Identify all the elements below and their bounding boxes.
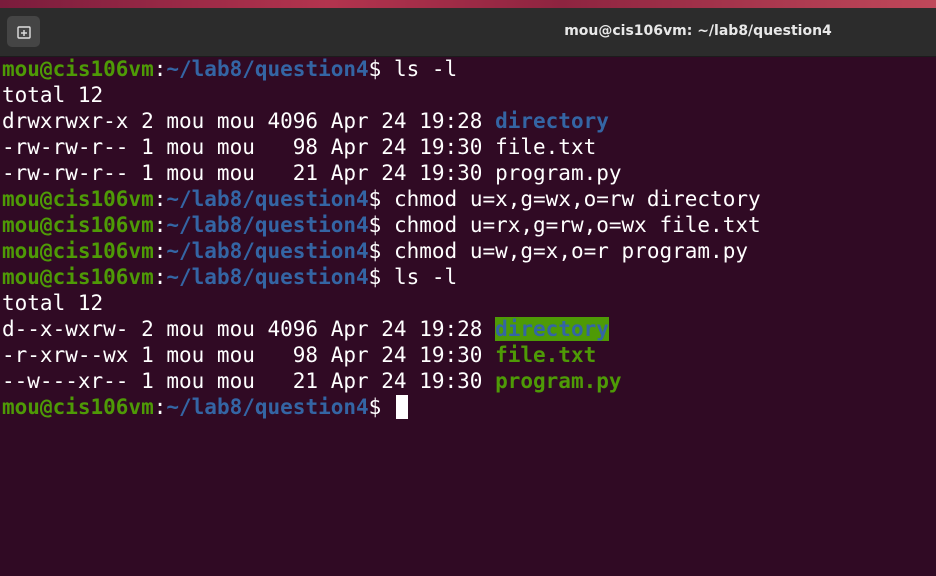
- prompt-line: mou@cis106vm:~/lab8/question4$ ls -l: [2, 56, 936, 82]
- terminal-window: mou@cis106vm: ~/lab8/question4 mou@cis10…: [0, 0, 936, 576]
- listing-entry: -r-xrw--wx 1 mou mou 98 Apr 24 19:30 fil…: [2, 342, 936, 368]
- prompt-path: ~/lab8/question4: [166, 395, 369, 419]
- prompt-dollar: $: [368, 57, 394, 81]
- prompt-user: mou@cis106vm: [2, 265, 154, 289]
- prompt-colon: :: [153, 239, 167, 263]
- text-cursor: [395, 395, 408, 419]
- file-permissions: d--x-wxrw- 2 mou mou 4096 Apr 24 19:28: [2, 317, 496, 341]
- prompt-line: mou@cis106vm:~/lab8/question4$ ls -l: [2, 264, 936, 290]
- prompt-path: ~/lab8/question4: [166, 265, 369, 289]
- output-line: total 12: [2, 82, 936, 108]
- file-name: program.py: [495, 161, 622, 185]
- prompt-user: mou@cis106vm: [2, 239, 154, 263]
- file-permissions: --w---xr-- 1 mou mou 21 Apr 24 19:30: [2, 369, 496, 393]
- file-name: program.py: [495, 369, 622, 393]
- prompt-path: ~/lab8/question4: [166, 187, 369, 211]
- file-permissions: -rw-rw-r-- 1 mou mou 98 Apr 24 19:30: [2, 135, 496, 159]
- listing-entry: drwxrwxr-x 2 mou mou 4096 Apr 24 19:28 d…: [2, 108, 936, 134]
- prompt-line: mou@cis106vm:~/lab8/question4$ chmod u=w…: [2, 238, 936, 264]
- output-line: total 12: [2, 290, 936, 316]
- prompt-colon: :: [153, 265, 167, 289]
- file-name: file.txt: [495, 135, 597, 159]
- plus-tab-icon: [16, 25, 31, 39]
- command-text: chmod u=rx,g=rw,o=wx file.txt: [393, 213, 761, 237]
- listing-entry: --w---xr-- 1 mou mou 21 Apr 24 19:30 pro…: [2, 368, 936, 394]
- new-tab-button[interactable]: [7, 16, 40, 47]
- command-text: ls -l: [393, 57, 458, 81]
- output-text: total 12: [2, 83, 104, 107]
- prompt-dollar: $: [368, 187, 394, 211]
- prompt-colon: :: [153, 57, 167, 81]
- prompt-dollar: $: [368, 213, 394, 237]
- file-permissions: -r-xrw--wx 1 mou mou 98 Apr 24 19:30: [2, 343, 496, 367]
- prompt-line: mou@cis106vm:~/lab8/question4$ chmod u=x…: [2, 186, 936, 212]
- prompt-colon: :: [153, 187, 167, 211]
- file-name: file.txt: [495, 343, 597, 367]
- prompt-path: ~/lab8/question4: [166, 239, 369, 263]
- terminal-output[interactable]: mou@cis106vm:~/lab8/question4$ ls -l tota…: [0, 56, 936, 576]
- prompt-user: mou@cis106vm: [2, 213, 154, 237]
- prompt-path: ~/lab8/question4: [166, 57, 369, 81]
- prompt-colon: :: [153, 395, 167, 419]
- listing-entry: -rw-rw-r-- 1 mou mou 98 Apr 24 19:30 fil…: [2, 134, 936, 160]
- prompt-dollar: $: [368, 395, 394, 419]
- command-text: chmod u=w,g=x,o=r program.py: [393, 239, 748, 263]
- prompt-user: mou@cis106vm: [2, 395, 154, 419]
- listing-entry: d--x-wxrw- 2 mou mou 4096 Apr 24 19:28 d…: [2, 316, 936, 342]
- command-text: ls -l: [393, 265, 458, 289]
- prompt-dollar: $: [368, 265, 394, 289]
- file-name: directory: [495, 317, 609, 341]
- prompt-dollar: $: [368, 239, 394, 263]
- title-bar[interactable]: mou@cis106vm: ~/lab8/question4: [0, 8, 936, 57]
- prompt-path: ~/lab8/question4: [166, 213, 369, 237]
- listing-entry: -rw-rw-r-- 1 mou mou 21 Apr 24 19:30 pro…: [2, 160, 936, 186]
- file-name: directory: [495, 109, 609, 133]
- prompt-line: mou@cis106vm:~/lab8/question4$: [2, 394, 936, 420]
- prompt-line: mou@cis106vm:~/lab8/question4$ chmod u=r…: [2, 212, 936, 238]
- file-permissions: drwxrwxr-x 2 mou mou 4096 Apr 24 19:28: [2, 109, 496, 133]
- output-text: total 12: [2, 291, 104, 315]
- prompt-colon: :: [153, 213, 167, 237]
- desktop-wallpaper-strip: [0, 0, 936, 8]
- prompt-user: mou@cis106vm: [2, 57, 154, 81]
- command-text: chmod u=x,g=wx,o=rw directory: [393, 187, 761, 211]
- file-permissions: -rw-rw-r-- 1 mou mou 21 Apr 24 19:30: [2, 161, 496, 185]
- window-title: mou@cis106vm: ~/lab8/question4: [564, 23, 832, 39]
- prompt-user: mou@cis106vm: [2, 187, 154, 211]
